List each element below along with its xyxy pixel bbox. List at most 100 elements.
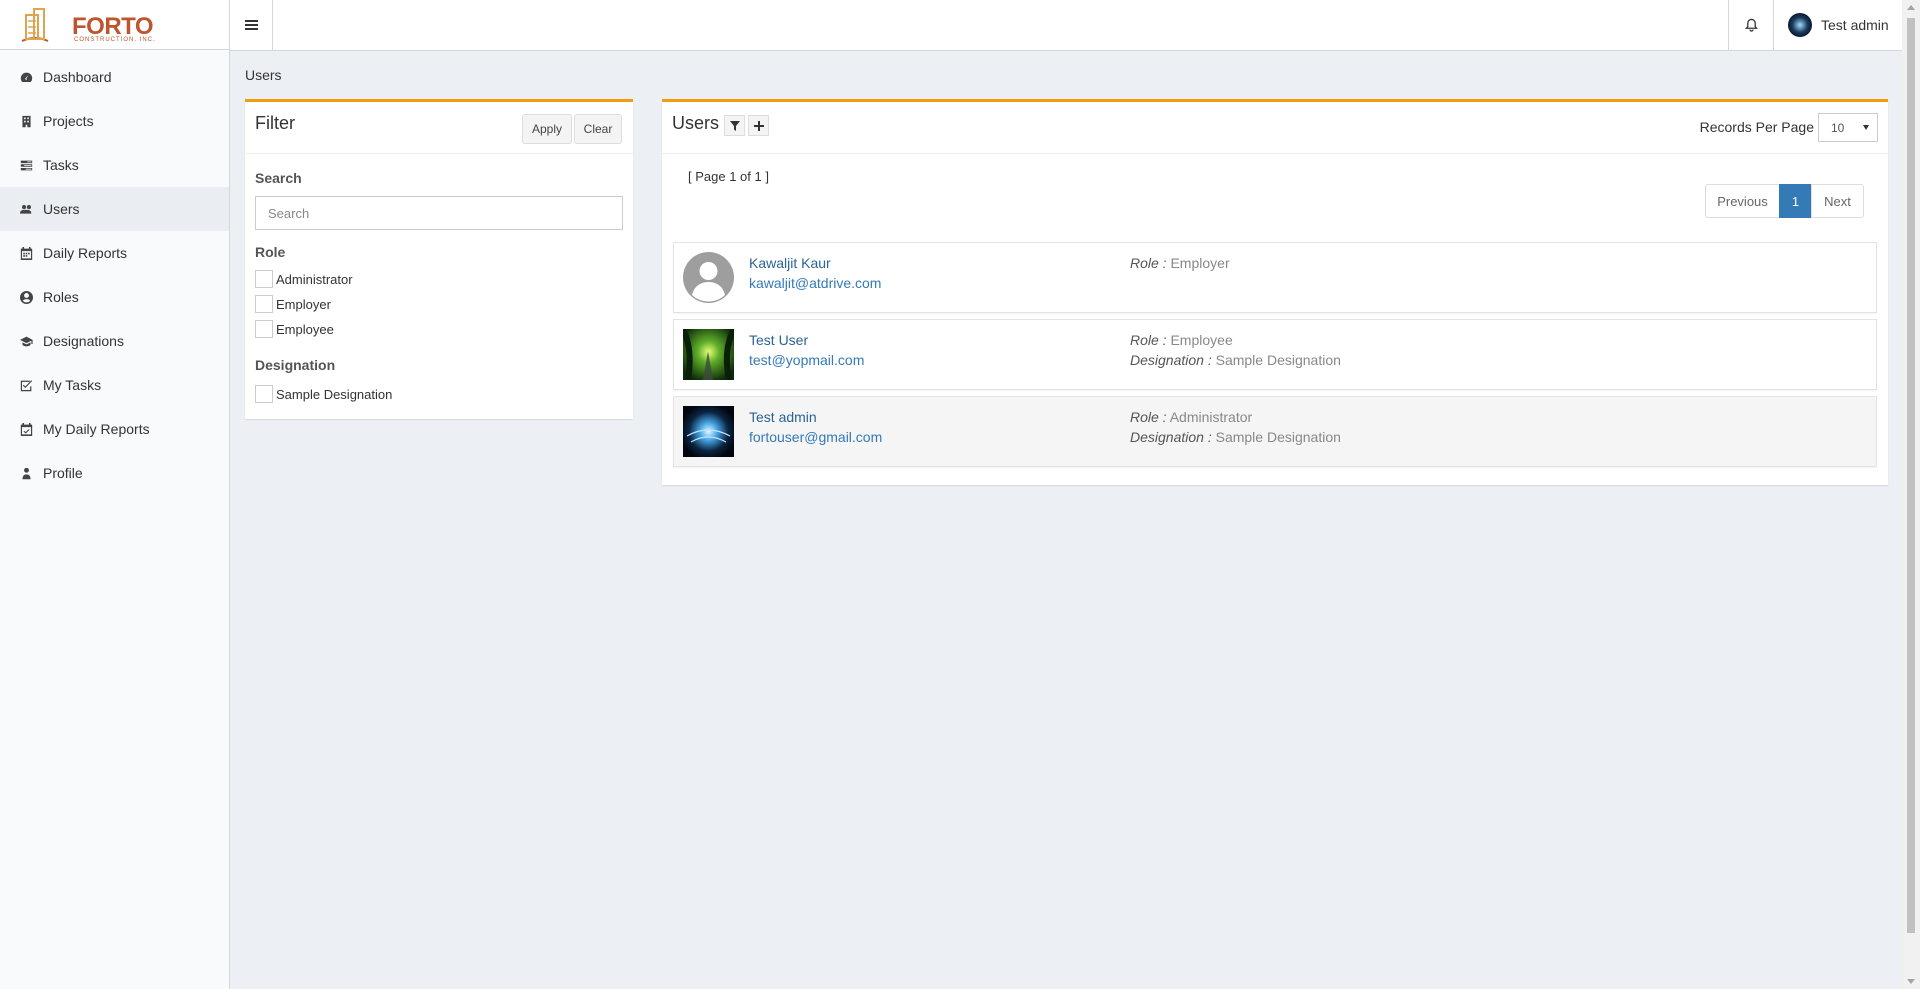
- scroll-up-icon[interactable]: [1907, 5, 1915, 10]
- user-email-link[interactable]: fortouser@gmail.com: [749, 429, 882, 445]
- scroll-thumb[interactable]: [1907, 18, 1915, 933]
- page-info: [ Page 1 of 1 ]: [688, 169, 769, 184]
- users-panel: Users Records Per Page 10 [ Page 1 of 1 …: [662, 99, 1888, 485]
- users-header: Users Records Per Page 10: [662, 102, 1888, 154]
- designation-key: Designation :: [1130, 429, 1212, 445]
- graduation-cap-icon: [19, 334, 33, 348]
- sidebar-item-designations[interactable]: Designations: [0, 319, 229, 363]
- search-input[interactable]: [255, 196, 623, 230]
- search-label: Search: [255, 170, 302, 186]
- plus-icon: [753, 120, 764, 131]
- role-value: Employee: [1170, 332, 1233, 348]
- page-scrollbar[interactable]: [1902, 0, 1920, 989]
- checkbox[interactable]: [255, 385, 273, 403]
- filter-header: Filter Apply Clear: [245, 102, 633, 154]
- avatar: [683, 252, 734, 303]
- next-page-button[interactable]: Next: [1811, 184, 1864, 218]
- role-key: Role :: [1130, 255, 1167, 271]
- user-icon: [19, 466, 33, 480]
- designation-key: Designation :: [1130, 352, 1212, 368]
- logo-subtext: CONSTRUCTION, INC.: [74, 36, 156, 43]
- designation-checkbox-sample[interactable]: Sample Designation: [255, 385, 392, 403]
- light-photo: [683, 406, 734, 457]
- logo-mark: FORTO CONSTRUCTION, INC.: [16, 3, 156, 47]
- toggle-filter-button[interactable]: [724, 115, 745, 136]
- sidebar-item-label: Roles: [43, 289, 79, 305]
- role-checkbox-administrator[interactable]: Administrator: [255, 270, 353, 288]
- user-menu[interactable]: Test admin: [1774, 0, 1902, 50]
- sidebar-item-label: Tasks: [43, 157, 79, 173]
- scroll-down-icon[interactable]: [1907, 979, 1915, 984]
- filter-title: Filter: [255, 113, 295, 133]
- dashboard-icon: [19, 70, 33, 84]
- sidebar-item-dashboard[interactable]: Dashboard: [0, 55, 229, 99]
- sidebar-item-my-daily-reports[interactable]: My Daily Reports: [0, 407, 229, 451]
- building-icon: [19, 114, 33, 128]
- role-checkbox-employer[interactable]: Employer: [255, 295, 331, 313]
- role-key: Role :: [1130, 409, 1167, 425]
- sidebar-item-tasks[interactable]: Tasks: [0, 143, 229, 187]
- clear-button[interactable]: Clear: [574, 114, 622, 144]
- calendar-icon: [19, 246, 33, 260]
- sidebar-item-profile[interactable]: Profile: [0, 451, 229, 495]
- sidebar-item-my-tasks[interactable]: My Tasks: [0, 363, 229, 407]
- notifications-button[interactable]: [1728, 0, 1774, 50]
- check-square-icon: [19, 378, 33, 392]
- sidebar-item-roles[interactable]: Roles: [0, 275, 229, 319]
- sidebar-item-users[interactable]: Users: [0, 187, 229, 231]
- avatar: [683, 406, 734, 457]
- sidebar-item-label: Users: [43, 201, 80, 217]
- page-1-button[interactable]: 1: [1779, 184, 1812, 218]
- users-icon: [19, 202, 33, 216]
- records-per-page-select[interactable]: 10: [1818, 113, 1878, 142]
- records-per-page-value: 10: [1831, 120, 1845, 135]
- user-email-link[interactable]: kawaljit@atdrive.com: [749, 275, 881, 291]
- checkbox[interactable]: [255, 295, 273, 313]
- sidebar-item-label: Daily Reports: [43, 245, 128, 261]
- role-value: Administrator: [1169, 409, 1253, 425]
- user-card[interactable]: Test User test@yopmail.com Role : Employ…: [673, 319, 1877, 390]
- forest-photo: [683, 329, 734, 380]
- avatar: [683, 329, 734, 380]
- filter-panel: Filter Apply Clear Search Role Administr…: [245, 99, 633, 419]
- sidebar-item-projects[interactable]: Projects: [0, 99, 229, 143]
- checkbox[interactable]: [255, 320, 273, 338]
- designation-value: Sample Designation: [1215, 429, 1341, 445]
- sidebar: FORTO CONSTRUCTION, INC. Dashboard Proje…: [0, 0, 230, 989]
- user-role: Role : Administrator: [1130, 409, 1252, 425]
- header-user-name: Test admin: [1821, 17, 1889, 33]
- user-role: Role : Employee: [1130, 332, 1233, 348]
- user-email-link[interactable]: test@yopmail.com: [749, 352, 864, 368]
- tasks-icon: [19, 158, 33, 172]
- checkbox[interactable]: [255, 270, 273, 288]
- sidebar-item-label: My Daily Reports: [43, 421, 150, 437]
- user-name-link[interactable]: Test admin: [749, 409, 817, 425]
- sidebar-item-daily-reports[interactable]: Daily Reports: [0, 231, 229, 275]
- user-name-link[interactable]: Kawaljit Kaur: [749, 255, 831, 271]
- sidebar-item-label: Designations: [43, 333, 124, 349]
- role-key: Role :: [1130, 332, 1167, 348]
- add-user-button[interactable]: [748, 115, 769, 136]
- user-card[interactable]: Test admin fortouser@gmail.com Role : Ad…: [673, 396, 1877, 467]
- default-avatar-icon: [683, 252, 734, 303]
- role-value: Employer: [1170, 255, 1230, 271]
- role-label: Role: [255, 244, 286, 260]
- role-option-label: Administrator: [276, 271, 353, 287]
- brand-logo[interactable]: FORTO CONSTRUCTION, INC.: [0, 0, 229, 50]
- previous-page-button[interactable]: Previous: [1705, 184, 1780, 218]
- apply-button[interactable]: Apply: [522, 114, 572, 144]
- sidebar-toggle-button[interactable]: [230, 0, 273, 50]
- user-name-link[interactable]: Test User: [749, 332, 808, 348]
- sidebar-item-label: Projects: [43, 113, 94, 129]
- user-card[interactable]: Kawaljit Kaur kawaljit@atdrive.com Role …: [673, 242, 1877, 313]
- role-checkbox-employee[interactable]: Employee: [255, 320, 334, 338]
- filter-icon: [729, 120, 740, 131]
- avatar: [1788, 13, 1812, 37]
- designation-option-label: Sample Designation: [276, 386, 393, 402]
- building-logo-icon: [21, 7, 49, 42]
- top-header: Test admin: [230, 0, 1902, 51]
- calendar-check-icon: [19, 422, 33, 436]
- sidebar-nav: Dashboard Projects Tasks Users Daily Rep…: [0, 50, 229, 495]
- role-option-label: Employer: [276, 296, 331, 312]
- sidebar-item-label: Profile: [43, 465, 83, 481]
